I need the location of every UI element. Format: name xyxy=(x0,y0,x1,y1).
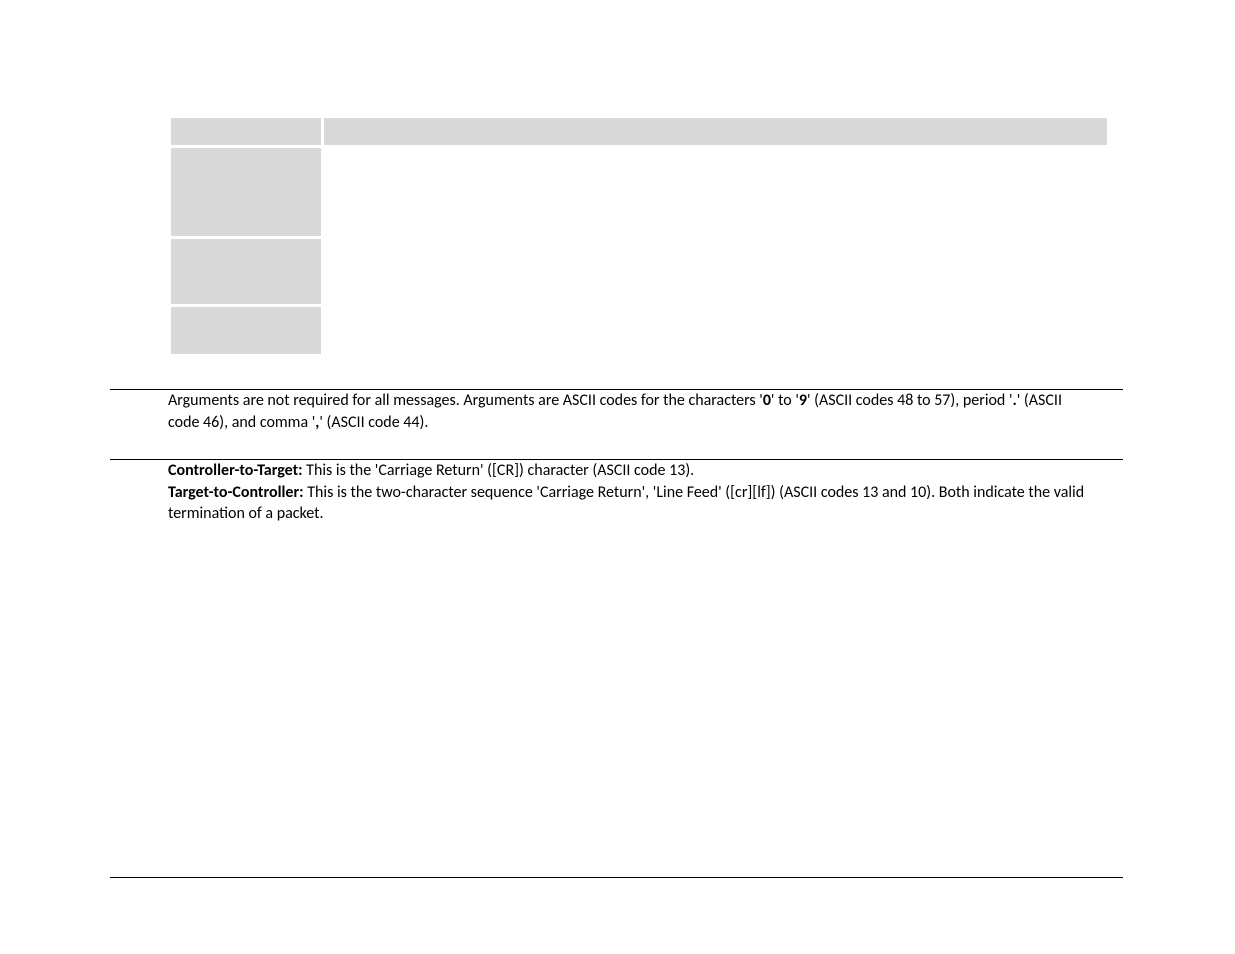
cell-code xyxy=(171,148,321,236)
table-header-row xyxy=(171,118,1107,145)
ttc-text: This is the two-character sequence 'Carr… xyxy=(168,483,1084,524)
codes-table xyxy=(168,115,1110,357)
table-row xyxy=(171,307,1107,354)
arguments-section: Arguments are not required for all messa… xyxy=(168,390,1095,433)
terminator-section: Controller-to-Target: This is the 'Carri… xyxy=(168,460,1095,525)
controller-to-target-paragraph: Controller-to-Target: This is the 'Carri… xyxy=(168,460,1095,482)
ctt-label: Controller-to-Target: xyxy=(168,461,303,480)
codes-table-wrap xyxy=(168,115,1110,357)
bold-zero: 0 xyxy=(763,391,771,410)
header-cell-desc xyxy=(324,118,1107,145)
text: ' to ' xyxy=(771,391,799,410)
table-row xyxy=(171,148,1107,236)
text: ' (ASCII codes 48 to 57), period ' xyxy=(807,391,1013,410)
cell-desc xyxy=(324,239,1107,304)
content-area: Arguments are not required for all messa… xyxy=(110,0,1123,525)
ctt-text: This is the 'Carriage Return' ([CR]) cha… xyxy=(303,461,695,480)
ttc-label: Target-to-Controller: xyxy=(168,483,304,502)
arguments-paragraph: Arguments are not required for all messa… xyxy=(168,390,1095,433)
cell-code xyxy=(171,239,321,304)
document-page: Arguments are not required for all messa… xyxy=(0,0,1235,954)
cell-desc xyxy=(324,148,1107,236)
header-cell-code xyxy=(171,118,321,145)
table-row xyxy=(171,239,1107,304)
text: Arguments are not required for all messa… xyxy=(168,391,763,410)
cell-code xyxy=(171,307,321,354)
footer-divider xyxy=(110,877,1123,878)
target-to-controller-paragraph: Target-to-Controller: This is the two-ch… xyxy=(168,482,1095,525)
bold-nine: 9 xyxy=(799,391,807,410)
text: ' (ASCII code 44). xyxy=(319,413,428,432)
cell-desc xyxy=(324,307,1107,354)
